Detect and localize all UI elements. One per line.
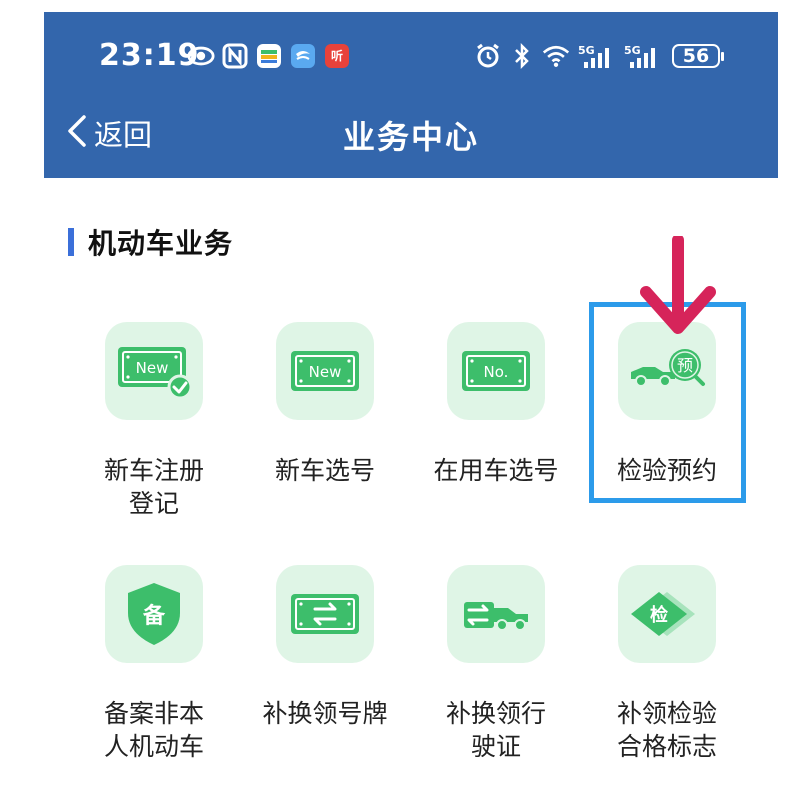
header-bar: 23:19 听 5G 5G 56 返回 业务中心 bbox=[44, 12, 778, 178]
page-title: 业务中心 bbox=[342, 118, 479, 156]
item-label: 补换领行 驶证 bbox=[445, 699, 546, 761]
item-new-car-registration[interactable]: New 新车注册 登记 bbox=[69, 322, 239, 520]
replace-license-plate-icon-tile bbox=[276, 565, 374, 663]
svg-text:检: 检 bbox=[650, 604, 668, 626]
arrow-down-icon bbox=[640, 236, 716, 334]
item-label: 补领检验 合格标志 bbox=[616, 699, 717, 761]
status-left-icons: 听 bbox=[187, 42, 351, 70]
license-plate-check-icon: New bbox=[118, 347, 193, 400]
item-label: 新车注册 登记 bbox=[103, 456, 204, 518]
reissue-inspection-mark-icon-tile: 检 bbox=[618, 565, 716, 663]
signal-icon-2: 5G bbox=[622, 42, 662, 70]
status-time: 23:19 bbox=[99, 38, 200, 73]
wallet-app-icon bbox=[255, 42, 283, 70]
svg-text:备: 备 bbox=[142, 603, 166, 629]
vehicle-exchange-icon bbox=[464, 602, 528, 631]
register-non-owner-vehicle-icon-tile: 备 bbox=[105, 565, 203, 663]
replace-driving-license-icon-tile bbox=[447, 565, 545, 663]
item-label: 补换领号牌 bbox=[262, 699, 388, 728]
svg-text:New: New bbox=[136, 359, 169, 377]
item-replace-license-plate[interactable]: 补换领号牌 bbox=[240, 565, 410, 730]
business-center-screen: 23:19 听 5G 5G 56 返回 业务中心 机动车业务 New 新车注册 … bbox=[0, 0, 800, 787]
license-plate-new-icon: New bbox=[291, 351, 359, 391]
svg-text:No.: No. bbox=[484, 363, 509, 381]
new-car-registration-icon-tile: New bbox=[105, 322, 203, 420]
battery-indicator: 56 bbox=[672, 44, 724, 68]
new-car-plate-selection-icon-tile: New bbox=[276, 322, 374, 420]
status-right-icons: 5G 5G 56 bbox=[474, 42, 724, 70]
license-plate-number-icon: No. bbox=[462, 351, 530, 391]
item-replace-driving-license[interactable]: 补换领行 驶证 bbox=[411, 565, 581, 763]
plate-exchange-icon bbox=[291, 594, 359, 634]
item-label: 在用车选号 bbox=[433, 456, 559, 485]
nfc-icon bbox=[221, 42, 249, 70]
item-label: 新车选号 bbox=[274, 456, 375, 485]
messenger-app-icon bbox=[289, 42, 317, 70]
wifi-icon bbox=[542, 42, 570, 70]
shield-icon: 备 bbox=[128, 583, 180, 645]
item-label: 备案非本 人机动车 bbox=[103, 699, 204, 761]
svg-text:5G: 5G bbox=[624, 44, 641, 57]
section-header: 机动车业务 bbox=[68, 222, 233, 262]
item-reissue-inspection-mark[interactable]: 检 补领检验 合格标志 bbox=[582, 565, 752, 763]
svg-text:5G: 5G bbox=[578, 44, 595, 57]
section-title: 机动车业务 bbox=[88, 227, 234, 260]
item-new-car-plate-selection[interactable]: New 新车选号 bbox=[240, 322, 410, 487]
item-used-car-plate-selection[interactable]: No. 在用车选号 bbox=[411, 322, 581, 487]
svg-text:听: 听 bbox=[331, 48, 343, 63]
svg-text:New: New bbox=[309, 363, 342, 381]
used-car-plate-selection-icon-tile: No. bbox=[447, 322, 545, 420]
inspection-diamond-icon: 检 bbox=[631, 592, 695, 636]
bluetooth-icon bbox=[508, 42, 536, 70]
listen-app-icon: 听 bbox=[323, 42, 351, 70]
signal-icon-1: 5G bbox=[576, 42, 616, 70]
section-accent-bar bbox=[68, 228, 74, 256]
alarm-icon bbox=[474, 42, 502, 70]
item-register-non-owner-vehicle[interactable]: 备 备案非本 人机动车 bbox=[69, 565, 239, 763]
eye-icon bbox=[187, 42, 215, 70]
